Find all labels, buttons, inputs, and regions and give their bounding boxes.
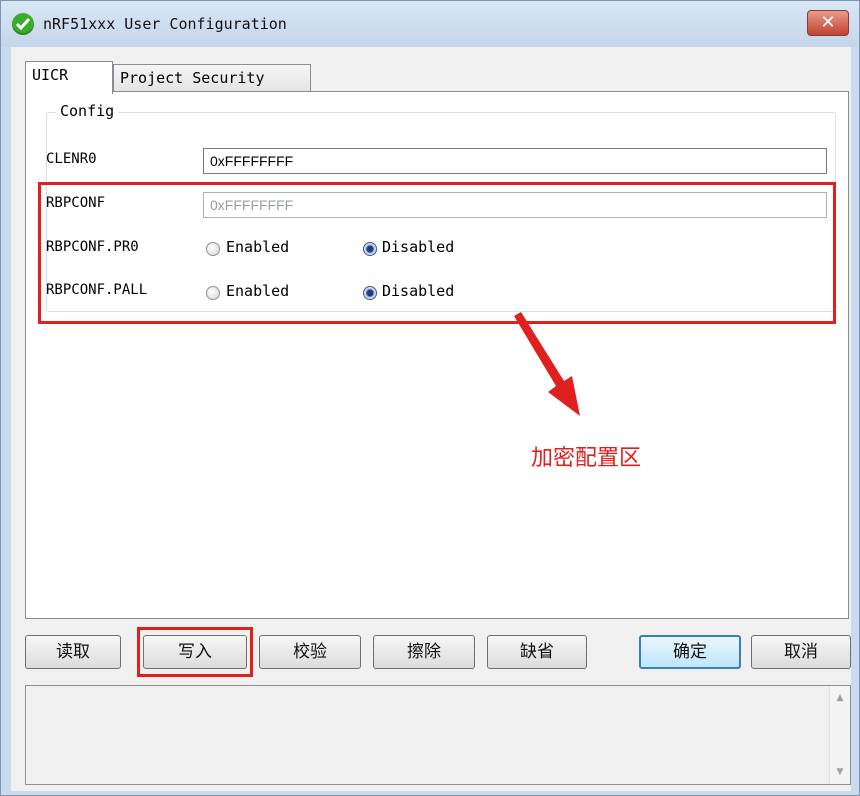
close-button[interactable]: ✕	[807, 10, 849, 36]
uicr-panel: Config CLENR0 RBPCONF RBPCONF.PR0 Enable…	[25, 91, 849, 619]
triangle-up-icon[interactable]: ▲	[830, 688, 850, 708]
arrow-annotation-icon	[514, 312, 580, 416]
default-button[interactable]: 缺省	[487, 635, 587, 669]
write-button-highlight	[137, 627, 253, 677]
window-title: nRF51xxx User Configuration	[43, 15, 287, 33]
tab-project-security[interactable]: Project Security	[113, 64, 311, 91]
clenr0-label: CLENR0	[46, 151, 97, 167]
read-button[interactable]: 读取	[25, 635, 121, 669]
cancel-button[interactable]: 取消	[751, 635, 851, 669]
config-window: nRF51xxx User Configuration ✕ UICR Proje…	[0, 0, 860, 796]
security-config-highlight-box	[38, 182, 836, 324]
clenr0-field[interactable]	[203, 148, 827, 174]
erase-button[interactable]: 擦除	[373, 635, 475, 669]
security-area-annotation: 加密配置区	[531, 446, 642, 471]
verify-button[interactable]: 校验	[259, 635, 361, 669]
config-group-label: Config	[56, 102, 119, 120]
log-output[interactable]: ▲ ▼	[25, 685, 851, 785]
log-scrollbar[interactable]: ▲ ▼	[829, 686, 850, 784]
tab-uicr[interactable]: UICR	[25, 61, 113, 94]
ok-button[interactable]: 确定	[639, 635, 741, 669]
close-icon: ✕	[820, 12, 836, 33]
triangle-down-icon[interactable]: ▼	[830, 762, 850, 782]
title-bar[interactable]: nRF51xxx User Configuration ✕	[1, 1, 859, 47]
check-circle-icon	[12, 13, 34, 35]
dialog-client-area: UICR Project Security Config CLENR0 RBPC…	[11, 47, 851, 791]
